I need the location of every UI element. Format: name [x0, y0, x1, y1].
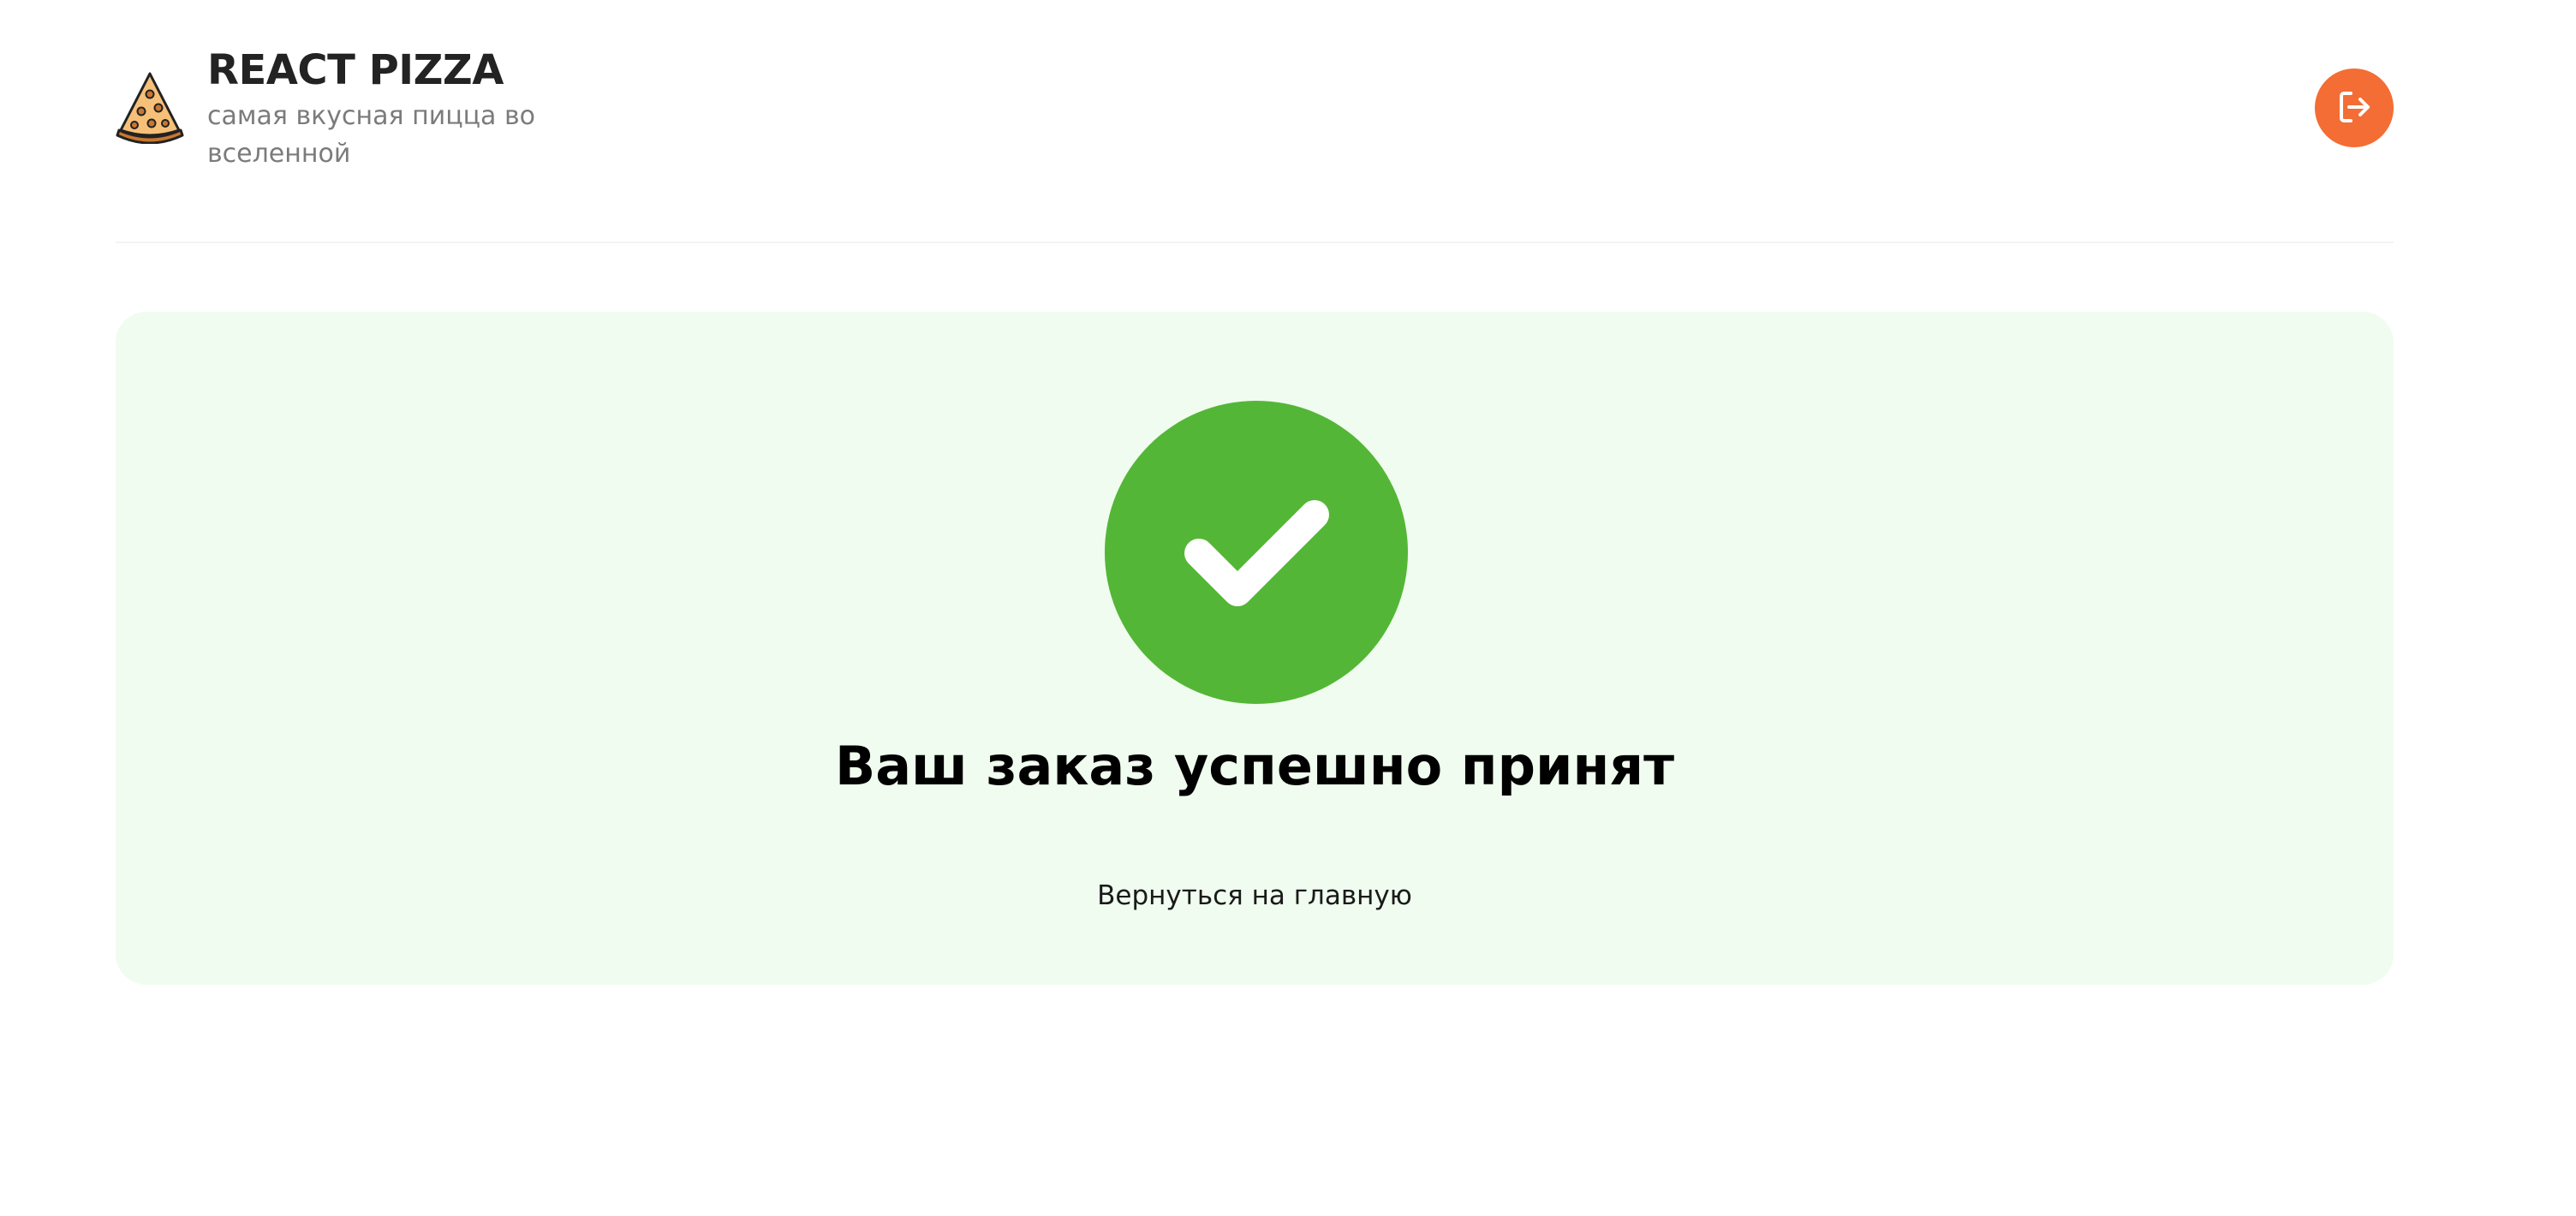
header-divider [116, 241, 2394, 243]
return-home-link[interactable]: Вернуться на главную [116, 880, 2394, 911]
logout-icon [2334, 86, 2375, 130]
logout-button[interactable] [2315, 69, 2394, 147]
order-success-page: REACT PIZZA самая вкусная пицца во вселе… [0, 0, 2576, 1216]
brand-subtitle: самая вкусная пицца во вселенной [207, 101, 536, 169]
success-card: Ваш заказ успешно принят Вернуться на гл… [116, 312, 2394, 985]
pizza-slice-icon[interactable] [116, 70, 184, 145]
brand-title: REACT PIZZA [207, 46, 504, 94]
check-circle-icon [1105, 401, 1408, 704]
success-title: Ваш заказ успешно принят [834, 735, 1675, 797]
site-header: REACT PIZZA самая вкусная пицца во вселе… [116, 34, 2394, 171]
